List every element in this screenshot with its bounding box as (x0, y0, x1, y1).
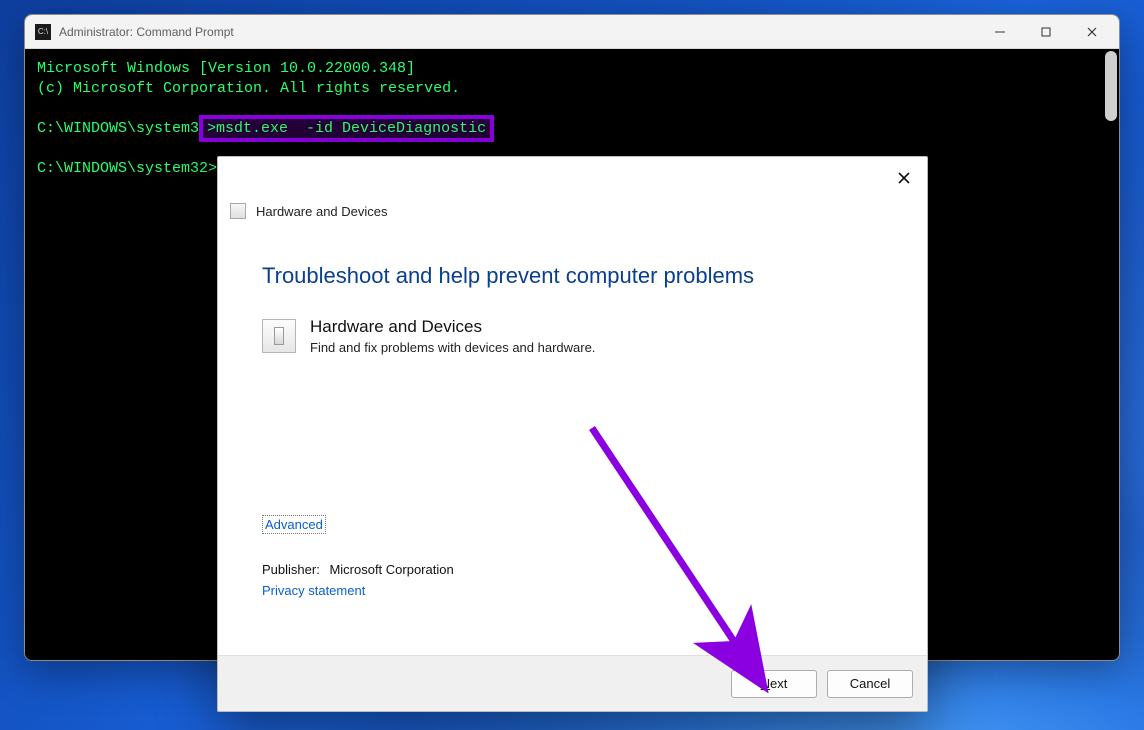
prompt-prefix: C:\WINDOWS\system3 (37, 120, 199, 137)
maximize-button[interactable] (1023, 15, 1069, 49)
scrollbar-thumb[interactable] (1105, 51, 1117, 121)
minimize-button[interactable] (977, 15, 1023, 49)
terminal-line (37, 99, 1107, 119)
dialog-header-title: Hardware and Devices (256, 204, 388, 219)
dialog-close-button[interactable] (891, 165, 917, 191)
window-title: Administrator: Command Prompt (59, 25, 234, 39)
advanced-link[interactable]: Advanced (262, 515, 326, 534)
cmd-icon: C:\ (35, 24, 51, 40)
dialog-heading: Troubleshoot and help prevent computer p… (262, 263, 883, 289)
terminal-line: C:\WINDOWS\system3>msdt.exe -id DeviceDi… (37, 119, 1107, 139)
maximize-icon (1041, 27, 1051, 37)
next-button-rest: ext (770, 676, 787, 691)
dialog-body: Troubleshoot and help prevent computer p… (218, 233, 927, 655)
hardware-icon (230, 203, 246, 219)
highlighted-command: >msdt.exe -id DeviceDiagnostic (199, 115, 494, 142)
minimize-icon (995, 27, 1005, 37)
close-icon (897, 171, 911, 185)
cancel-button[interactable]: Cancel (827, 670, 913, 698)
hardware-large-icon (262, 319, 296, 353)
publisher-value: Microsoft Corporation (329, 562, 453, 577)
item-description: Find and fix problems with devices and h… (310, 340, 595, 355)
next-button[interactable]: Next (731, 670, 817, 698)
close-icon (1087, 27, 1097, 37)
titlebar[interactable]: C:\ Administrator: Command Prompt (25, 15, 1119, 49)
publisher-row: Publisher: Microsoft Corporation (262, 562, 883, 577)
troubleshooter-item: Hardware and Devices Find and fix proble… (262, 317, 883, 355)
publisher-label: Publisher: (262, 562, 320, 577)
close-window-button[interactable] (1069, 15, 1115, 49)
next-button-accel: N (761, 676, 770, 691)
dialog-footer: Next Cancel (218, 655, 927, 711)
dialog-header: Hardware and Devices (218, 203, 927, 233)
troubleshooter-dialog: Hardware and Devices Troubleshoot and he… (217, 156, 928, 712)
terminal-line: (c) Microsoft Corporation. All rights re… (37, 79, 1107, 99)
privacy-statement-link[interactable]: Privacy statement (262, 583, 365, 598)
item-title: Hardware and Devices (310, 317, 595, 337)
terminal-line: Microsoft Windows [Version 10.0.22000.34… (37, 59, 1107, 79)
